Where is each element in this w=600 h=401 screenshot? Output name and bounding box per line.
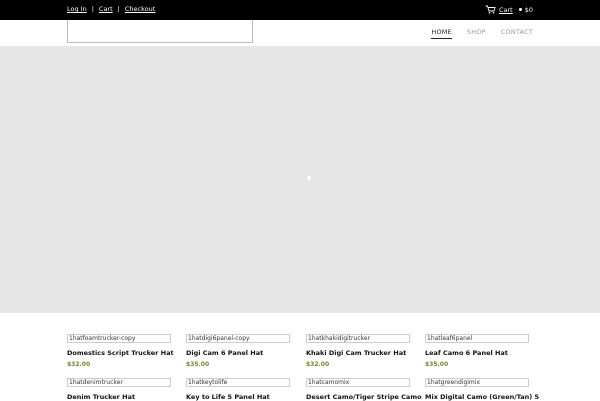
- link-separator: |: [91, 5, 94, 13]
- main-nav: HOME SHOP CONTACT: [416, 28, 533, 39]
- checkout-link[interactable]: Checkout: [125, 5, 155, 13]
- link-separator: |: [117, 5, 120, 13]
- nav-shop[interactable]: SHOP: [467, 28, 486, 39]
- product-name[interactable]: Digi Cam 6 Panel Hat: [186, 349, 290, 357]
- product-price: $35.00: [186, 361, 210, 368]
- cart-link[interactable]: Cart: [99, 5, 113, 13]
- nav-contact[interactable]: CONTACT: [501, 28, 533, 39]
- slide-indicator[interactable]: [307, 176, 311, 180]
- product-image[interactable]: 1hatkhakidigitrucker: [306, 334, 410, 343]
- product-card[interactable]: 1hatdenimtrucker Denim Trucker Hat: [67, 378, 171, 401]
- product-card[interactable]: 1hatdigi6panel-copy Digi Cam 6 Panel Hat…: [186, 334, 290, 368]
- product-image[interactable]: 1hatkeytolife: [186, 378, 290, 387]
- login-link[interactable]: Log In: [67, 5, 87, 13]
- product-card[interactable]: 1hatcamomix Desert Camo/Tiger Stripe Cam…: [306, 378, 422, 401]
- product-card[interactable]: 1hatleaf6panel Leaf Camo 6 Panel Hat $35…: [425, 334, 529, 368]
- shopping-cart-icon[interactable]: [485, 5, 496, 14]
- product-image[interactable]: 1hatfoamtrucker-copy: [67, 334, 171, 343]
- product-price: $32.00: [67, 361, 91, 368]
- product-card[interactable]: 1hatgreendigimix Mix Digital Camo (Green…: [425, 378, 539, 401]
- account-links: Log In | Cart | Checkout: [67, 5, 155, 13]
- product-image[interactable]: 1hatdigi6panel-copy: [186, 334, 290, 343]
- hero-slideshow: [0, 46, 600, 313]
- cart-button[interactable]: Cart: [499, 6, 513, 14]
- product-image[interactable]: 1hatdenimtrucker: [67, 378, 171, 387]
- top-bar: Log In | Cart | Checkout Cart $0: [0, 0, 600, 20]
- product-card[interactable]: 1hatfoamtrucker-copy Domestics Script Tr…: [67, 334, 174, 368]
- site-logo[interactable]: [67, 20, 253, 43]
- cart-total: $0: [524, 5, 533, 14]
- bullet-icon: [518, 8, 522, 11]
- product-image[interactable]: 1hatgreendigimix: [425, 378, 529, 387]
- product-name[interactable]: Khaki Digi Cam Trucker Hat: [306, 349, 410, 357]
- product-image[interactable]: 1hatleaf6panel: [425, 334, 529, 343]
- product-name[interactable]: Leaf Camo 6 Panel Hat: [425, 349, 529, 357]
- product-name[interactable]: Domestics Script Trucker Hat: [67, 349, 174, 357]
- product-price: $35.00: [425, 361, 449, 368]
- product-image[interactable]: 1hatcamomix: [306, 378, 410, 387]
- nav-home[interactable]: HOME: [431, 28, 452, 39]
- cart-summary: Cart $0: [485, 5, 533, 14]
- product-card[interactable]: 1hatkeytolife Key to Life 5 Panel Hat: [186, 378, 290, 401]
- product-card[interactable]: 1hatkhakidigitrucker Khaki Digi Cam Truc…: [306, 334, 410, 368]
- product-price: $32.00: [306, 361, 330, 368]
